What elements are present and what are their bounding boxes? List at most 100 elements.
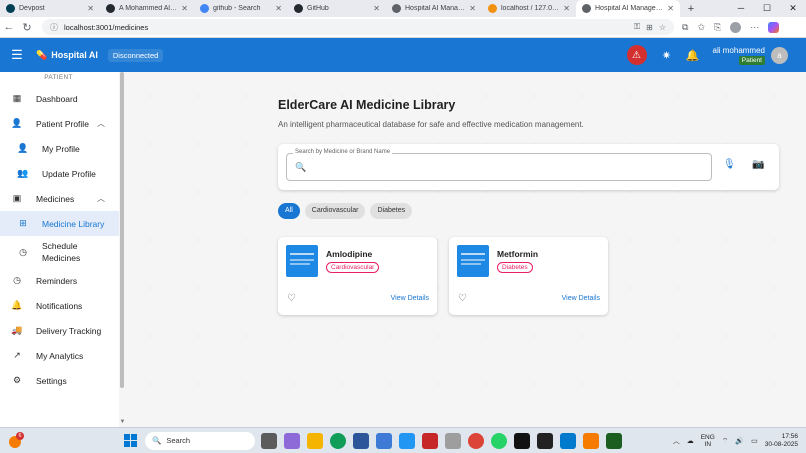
chrome-icon[interactable] bbox=[468, 432, 484, 449]
language-indicator[interactable]: ENG IN bbox=[701, 434, 715, 448]
notifications-bell-icon[interactable]: 🔔 bbox=[683, 49, 703, 62]
start-windows-icon[interactable] bbox=[124, 434, 137, 447]
app-brand[interactable]: 💊 Hospital AI bbox=[36, 50, 98, 61]
sidebar-item-label: Schedule Medicines bbox=[42, 241, 81, 263]
scrollbar-thumb[interactable] bbox=[120, 72, 124, 388]
browser-tab[interactable]: GitHub ✕ bbox=[288, 0, 386, 17]
app-icon[interactable] bbox=[399, 432, 415, 449]
battery-icon[interactable]: ▭ bbox=[751, 437, 758, 445]
sidebar-item-medicine-library[interactable]: ⊞ Medicine Library bbox=[0, 211, 119, 236]
sidebar-item-settings[interactable]: ⚙ Settings bbox=[0, 368, 119, 393]
minimize-icon[interactable]: ─ bbox=[728, 0, 754, 17]
cloud-icon[interactable]: ☁ bbox=[687, 437, 694, 445]
sidebar-item-medicines[interactable]: ▣ Medicines ︿ bbox=[0, 186, 119, 211]
close-window-icon[interactable]: ✕ bbox=[780, 0, 806, 17]
app-icon[interactable] bbox=[514, 432, 530, 449]
sidebar-item-my-profile[interactable]: 👤 My Profile bbox=[0, 136, 119, 161]
password-key-icon[interactable]: ⚿ bbox=[634, 22, 640, 32]
sidebar-item-my-analytics[interactable]: ↗ My Analytics bbox=[0, 343, 119, 368]
user-name: ali mohammed bbox=[712, 45, 765, 55]
medicine-name: Amlodipine bbox=[326, 249, 373, 259]
chevron-up-icon[interactable]: ︿ bbox=[673, 436, 680, 446]
favorites-icon[interactable]: ✩ bbox=[697, 22, 705, 33]
sidebar-item-dashboard[interactable]: ▦ Dashboard bbox=[0, 86, 119, 111]
sidebar-item-update-profile[interactable]: 👥 Update Profile bbox=[0, 161, 119, 186]
microphone-icon[interactable]: 🎙 bbox=[723, 159, 736, 170]
volume-icon[interactable]: 🔊 bbox=[735, 437, 744, 445]
close-icon[interactable]: ✕ bbox=[469, 4, 476, 13]
browser-tab[interactable]: github - Search ✕ bbox=[194, 0, 288, 17]
sidebar-item-reminders[interactable]: ◷ Reminders bbox=[0, 268, 119, 293]
sidebar-item-notifications[interactable]: 🔔 Notifications bbox=[0, 293, 119, 318]
copilot-icon[interactable] bbox=[768, 21, 780, 33]
url-field[interactable]: ⓘ localhost:3001/medicines ⚿ ⊞ ☆ bbox=[42, 19, 674, 35]
close-icon[interactable]: ✕ bbox=[667, 4, 674, 13]
store-icon[interactable] bbox=[353, 432, 369, 449]
avatar[interactable]: a bbox=[771, 46, 788, 64]
bookmark-star-icon[interactable]: ☆ bbox=[659, 23, 666, 32]
medicine-card[interactable]: Amlodipine Cardiovascular ♡ View Details bbox=[278, 237, 437, 315]
system-tray: ︿ ☁ ENG IN ⌔ 🔊 ▭ 17:56 30-08-2025 bbox=[673, 428, 798, 453]
sidebar-scrollbar[interactable]: ▼ bbox=[119, 72, 126, 427]
filter-chip-all[interactable]: All bbox=[278, 203, 300, 219]
maximize-icon[interactable]: ☐ bbox=[754, 0, 780, 17]
menu-hamburger-icon[interactable]: ☰ bbox=[0, 47, 34, 63]
phpmyadmin-favicon-icon bbox=[488, 4, 497, 13]
more-menu-icon[interactable]: ⋯ bbox=[750, 22, 759, 33]
browser-tab[interactable]: Devpost ✕ bbox=[0, 0, 100, 17]
site-info-icon[interactable]: ⓘ bbox=[50, 22, 58, 33]
sidebar-item-patient-profile[interactable]: 👤 Patient Profile ︿ bbox=[0, 111, 119, 136]
emergency-alert-button[interactable]: ⚠ bbox=[626, 45, 647, 65]
browser-tab[interactable]: localhost / 127.0.0.1 | p ✕ bbox=[482, 0, 576, 17]
search-input[interactable] bbox=[309, 160, 704, 174]
app-icon[interactable] bbox=[606, 432, 622, 449]
collections-icon[interactable]: ⎘ bbox=[714, 22, 721, 33]
sidebar-item-delivery-tracking[interactable]: 🚚 Delivery Tracking bbox=[0, 318, 119, 343]
mcafee-icon[interactable] bbox=[422, 432, 438, 449]
extensions-puzzle-icon[interactable]: ⧉ bbox=[682, 22, 688, 33]
xampp-icon[interactable] bbox=[583, 432, 599, 449]
theme-toggle-icon[interactable]: ✷ bbox=[657, 49, 677, 62]
browser-tab[interactable]: Hospital AI Managem ✕ bbox=[386, 0, 482, 17]
terminal-icon[interactable] bbox=[537, 432, 553, 449]
sidebar-item-schedule-medicines[interactable]: ◷ Schedule Medicines bbox=[0, 236, 119, 268]
search-field[interactable]: Search by Medicine or Brand Name 🔍 bbox=[286, 149, 712, 181]
user-info[interactable]: ali mohammed Patient bbox=[713, 46, 765, 65]
new-tab-button[interactable]: + bbox=[684, 3, 698, 15]
weather-widget[interactable]: 6 bbox=[6, 431, 26, 451]
browser-tab-active[interactable]: Hospital AI Manageme ✕ bbox=[576, 0, 680, 17]
clock[interactable]: 17:56 30-08-2025 bbox=[765, 433, 798, 449]
whatsapp-icon[interactable] bbox=[491, 432, 507, 449]
app-install-icon[interactable]: ⊞ bbox=[646, 23, 653, 32]
wifi-icon[interactable]: ⌔ bbox=[722, 437, 729, 446]
filter-chip-diabetes[interactable]: Diabetes bbox=[370, 203, 413, 219]
favorite-heart-icon[interactable]: ♡ bbox=[287, 293, 296, 304]
view-details-link[interactable]: View Details bbox=[391, 295, 429, 302]
vscode-icon[interactable] bbox=[560, 432, 576, 449]
close-icon[interactable]: ✕ bbox=[275, 4, 282, 13]
chevron-up-icon: ︿ bbox=[97, 119, 105, 128]
camera-icon[interactable]: 📷 bbox=[752, 159, 764, 170]
close-icon[interactable]: ✕ bbox=[87, 4, 94, 13]
app-icon[interactable] bbox=[445, 432, 461, 449]
task-view-icon[interactable] bbox=[261, 432, 277, 449]
browser-profile-avatar[interactable] bbox=[730, 21, 742, 33]
close-icon[interactable]: ✕ bbox=[373, 4, 380, 13]
close-icon[interactable]: ✕ bbox=[563, 4, 570, 13]
edge-browser-icon[interactable] bbox=[330, 432, 346, 449]
browser-tab[interactable]: A Mohammed Ali's (am ✕ bbox=[100, 0, 194, 17]
scroll-down-arrow-icon[interactable]: ▼ bbox=[119, 419, 126, 425]
reload-icon[interactable]: ↻ bbox=[18, 21, 36, 34]
app-icon[interactable] bbox=[376, 432, 392, 449]
back-arrow-icon[interactable]: ← bbox=[0, 21, 18, 33]
file-explorer-icon[interactable] bbox=[307, 432, 323, 449]
dashboard-icon: ▦ bbox=[12, 93, 22, 103]
favorite-heart-icon[interactable]: ♡ bbox=[458, 293, 467, 304]
view-details-link[interactable]: View Details bbox=[562, 295, 600, 302]
medicine-card[interactable]: Metformin Diabetes ♡ View Details bbox=[449, 237, 608, 315]
category-badge: Diabetes bbox=[497, 262, 533, 273]
copilot-app-icon[interactable] bbox=[284, 432, 300, 449]
close-icon[interactable]: ✕ bbox=[181, 4, 188, 13]
filter-chip-cardiovascular[interactable]: Cardiovascular bbox=[304, 203, 366, 219]
taskbar-search[interactable]: 🔍 Search bbox=[145, 431, 255, 450]
